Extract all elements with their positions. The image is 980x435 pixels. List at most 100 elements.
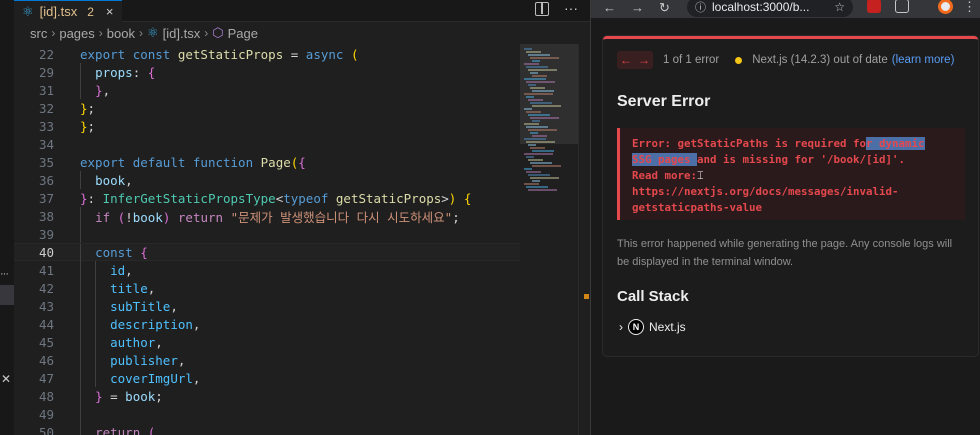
version-text: Next.js (14.2.3) out of date — [752, 54, 888, 66]
line-number: 33 — [38, 118, 54, 134]
close-icon[interactable]: ✕ — [1, 372, 11, 386]
code-line[interactable]: 38 if (!book) return "문제가 발생했습니다 다시 시도하세… — [14, 207, 520, 225]
nextjs-error-overlay: ← → 1 of 1 error Next.js (14.2.3) out of… — [603, 36, 978, 356]
line-number: 38 — [38, 208, 54, 224]
code-line[interactable]: 41 id, — [14, 261, 520, 279]
error-line-1a: Error: getStaticPaths is required fo — [632, 137, 867, 150]
code-text: description, — [110, 316, 201, 332]
error-count: 1 of 1 error — [663, 54, 720, 66]
code-line[interactable]: 43 subTitle, — [14, 297, 520, 315]
code-editor[interactable]: 22 export const getStaticProps = async (2… — [14, 44, 520, 435]
code-line[interactable]: 39 — [14, 225, 520, 243]
breadcrumb: src › pages › book › ⚛ [id].tsx › ⬡ Page — [14, 22, 590, 44]
reload-icon[interactable]: ↻ — [659, 0, 670, 16]
code-line[interactable]: 36 book, — [14, 171, 520, 189]
error-line-4: https://nextjs.org/docs/messages/invalid… — [632, 185, 899, 198]
line-number: 47 — [38, 370, 54, 386]
minimap-line — [532, 90, 554, 92]
indent-guide — [95, 297, 96, 315]
minimap-line — [530, 102, 552, 104]
code-line[interactable]: 49 — [14, 405, 520, 423]
code-line[interactable]: 37}: InferGetStaticPropsType<typeof getS… — [14, 189, 520, 207]
code-line[interactable]: 46 publisher, — [14, 351, 520, 369]
editor-tab-bar: ⚛ [id].tsx 2 × ··· — [14, 0, 590, 22]
address-bar[interactable]: ⓘ localhost:3000/b... ☆ — [687, 0, 853, 17]
indent-guide — [80, 405, 81, 423]
profile-avatar[interactable] — [938, 0, 953, 14]
code-text: publisher, — [110, 352, 186, 368]
code-line[interactable]: 42 title, — [14, 279, 520, 297]
error-description: This error happened while generating the… — [617, 238, 953, 268]
error-pagination: ← → 1 of 1 error Next.js (14.2.3) out of… — [617, 51, 954, 69]
code-line[interactable]: 34 — [14, 135, 520, 153]
site-info-icon[interactable]: ⓘ — [695, 0, 706, 15]
indent-guide — [80, 279, 81, 297]
indent-guide — [80, 351, 81, 369]
extension-red-icon[interactable] — [867, 0, 881, 13]
code-text: book, — [95, 172, 133, 188]
minimap-line — [528, 144, 536, 146]
tab-id-tsx[interactable]: ⚛ [id].tsx 2 × — [14, 0, 122, 22]
code-text: const { — [95, 244, 148, 260]
browser-menu-icon[interactable]: ⋮ — [963, 0, 976, 15]
extensions-puzzle-icon[interactable] — [895, 0, 909, 13]
problem-count-badge: 2 — [87, 4, 94, 19]
minimap-line — [526, 96, 534, 98]
call-stack-frame[interactable]: › N Next.js — [619, 319, 686, 335]
minimap[interactable] — [520, 44, 578, 435]
indent-guide — [80, 207, 81, 225]
code-line[interactable]: 40 const { — [14, 243, 520, 262]
minimap-line — [532, 105, 561, 107]
bookmark-star-icon[interactable]: ☆ — [834, 0, 845, 14]
url-text: localhost:3000/b... — [712, 0, 810, 14]
minimap-line — [528, 114, 550, 116]
indent-guide — [80, 225, 81, 243]
code-line[interactable]: 22 export const getStaticProps = async ( — [14, 45, 520, 63]
code-line[interactable]: 47 coverImgUrl, — [14, 369, 520, 387]
code-line[interactable]: 29 props: { — [14, 63, 520, 81]
editor-scrollbar[interactable] — [578, 44, 590, 435]
breadcrumb-book[interactable]: book — [107, 26, 135, 41]
minimap-line — [524, 78, 546, 80]
line-number: 46 — [38, 352, 54, 368]
indent-guide — [95, 261, 96, 279]
minimap-line — [524, 138, 546, 140]
error-selection-2: SSG pages — [632, 153, 698, 166]
split-editor-icon[interactable] — [535, 2, 549, 16]
breadcrumb-pages[interactable]: pages — [59, 26, 94, 41]
code-line[interactable]: 48 } = book; — [14, 387, 520, 405]
next-error-icon[interactable]: → — [635, 51, 653, 69]
indent-guide — [80, 423, 81, 435]
breadcrumb-symbol[interactable]: Page — [228, 26, 258, 41]
scrollbar-marker — [584, 294, 589, 299]
line-number: 31 — [38, 82, 54, 98]
code-line[interactable]: 50 return ( — [14, 423, 520, 435]
minimap-line — [528, 129, 557, 131]
forward-arrow-icon[interactable]: → — [631, 0, 644, 15]
code-text: return ( — [95, 424, 156, 435]
code-line[interactable]: 45 author, — [14, 333, 520, 351]
prev-error-icon[interactable]: ← — [617, 51, 635, 69]
breadcrumb-file[interactable]: [id].tsx — [163, 26, 201, 41]
minimap-line — [524, 48, 532, 50]
minimap-line — [524, 108, 532, 110]
code-line[interactable]: 32}; — [14, 99, 520, 117]
chevron-right-icon[interactable]: › — [619, 320, 623, 334]
editor-more-icon[interactable]: ··· — [564, 0, 578, 16]
back-arrow-icon[interactable]: ← — [603, 0, 616, 15]
code-line[interactable]: 31 }, — [14, 81, 520, 99]
learn-more-link[interactable]: (learn more) — [892, 54, 955, 66]
tab-close-icon[interactable]: × — [106, 4, 114, 19]
code-line[interactable]: 35 export default function Page({ — [14, 153, 520, 171]
breadcrumb-src[interactable]: src — [30, 26, 47, 41]
minimap-line — [528, 84, 536, 86]
chevron-right-icon: › — [204, 26, 209, 40]
minimap-line — [528, 69, 557, 71]
line-number: 45 — [38, 334, 54, 350]
indent-guide — [80, 171, 81, 189]
code-text: coverImgUrl, — [110, 370, 201, 386]
more-icon[interactable]: ··· — [0, 268, 9, 280]
code-line[interactable]: 33}; — [14, 117, 520, 135]
active-view-indicator[interactable] — [0, 285, 14, 305]
code-line[interactable]: 44 description, — [14, 315, 520, 333]
